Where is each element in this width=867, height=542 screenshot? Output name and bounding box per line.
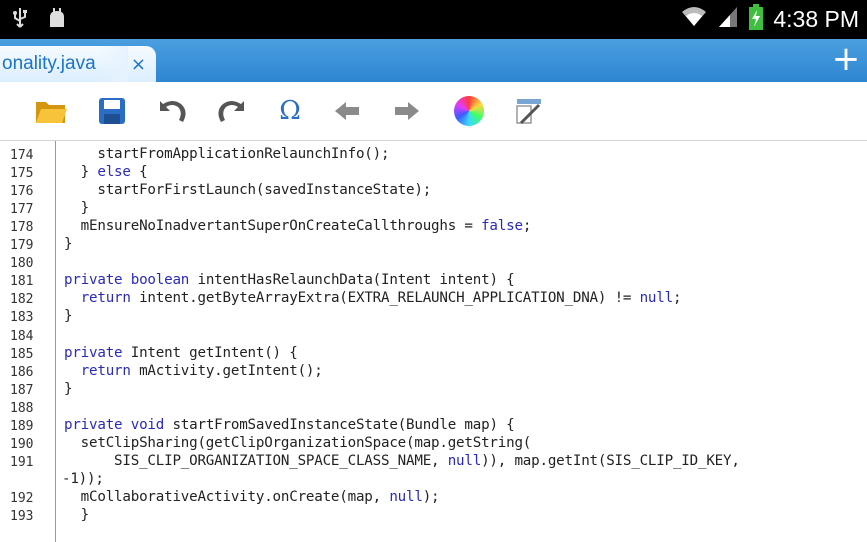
line-number: 177: [10, 202, 34, 218]
code-line: }: [64, 200, 90, 217]
toolbar: Ω: [0, 82, 867, 141]
status-bar: 4:38 PM: [0, 0, 867, 39]
line-number: 179: [10, 238, 34, 254]
line-number: 185: [10, 346, 34, 362]
close-icon[interactable]: ×: [131, 54, 146, 75]
signal-icon: [717, 5, 739, 33]
code-line: }: [64, 380, 73, 397]
code-line: startFromApplicationRelaunchInfo();: [64, 146, 390, 162]
code-line: private void startFromSavedInstanceState…: [64, 416, 515, 433]
tab-fade: [98, 46, 128, 82]
tab-file[interactable]: onality.java ×: [0, 46, 156, 82]
code-line: }: [64, 507, 90, 523]
tab-bar: onality.java × +: [0, 39, 867, 82]
back-arrow-icon[interactable]: [330, 94, 364, 128]
android-icon: [46, 7, 68, 33]
code-line: } else {: [64, 164, 148, 181]
code-line: }: [64, 236, 73, 253]
code-editor[interactable]: 174 175 176 177 178 179 180 181 182 183 184 185 186 1…: [0, 141, 867, 542]
code-line: private boolean intentHasRelaunchData(In…: [64, 272, 515, 289]
code-line: startForFirstLaunch(savedInstanceState);: [64, 182, 432, 199]
line-number: 191: [10, 454, 34, 470]
line-number: 180: [10, 256, 34, 272]
line-number: 183: [10, 310, 34, 326]
line-number: 189: [10, 418, 34, 434]
line-number: 187: [10, 382, 34, 398]
line-number: 178: [10, 220, 34, 236]
add-tab-button[interactable]: +: [831, 39, 861, 82]
code-line: return intent.getByteArrayExtra(EXTRA_RE…: [80, 290, 682, 307]
code-line: private Intent getIntent() {: [64, 344, 298, 361]
settings-icon[interactable]: [512, 94, 546, 128]
line-number: 184: [10, 328, 34, 344]
code-line: -1));: [62, 470, 104, 487]
code-line: mEnsureNoInadvertantSuperOnCreateCallthr…: [64, 218, 532, 235]
color-picker-icon[interactable]: [452, 94, 486, 128]
wifi-icon: [681, 4, 707, 34]
usb-icon: [12, 7, 28, 33]
save-icon[interactable]: [95, 94, 129, 128]
battery-charging-icon: [749, 4, 764, 34]
code-line: setClipSharing(getClipOrganizationSpace(…: [64, 434, 532, 451]
clock-time: 4:38 PM: [773, 5, 859, 32]
line-number: 188: [10, 400, 34, 416]
line-number: 190: [10, 436, 34, 452]
line-number: 186: [10, 364, 34, 380]
line-number: 175: [10, 166, 34, 182]
undo-icon[interactable]: [155, 94, 189, 128]
redo-icon[interactable]: [215, 94, 249, 128]
code-line: mCollaborativeActivity.onCreate(map, nul…: [64, 488, 440, 505]
code-line: return mActivity.getIntent();: [80, 362, 323, 379]
line-number: 181: [10, 274, 34, 290]
line-number-gutter: 174 175 176 177 178 179 180 181 182 183 184 185 186 1…: [0, 141, 56, 542]
line-number: 182: [10, 292, 34, 308]
line-number: 176: [10, 184, 34, 200]
line-number: 193: [10, 509, 34, 524]
special-chars-icon[interactable]: Ω: [273, 94, 307, 128]
open-folder-icon[interactable]: [34, 94, 68, 128]
line-number: 192: [10, 490, 34, 506]
line-number: 174: [10, 148, 34, 163]
code-line: }: [64, 308, 73, 325]
tab-label: onality.java: [2, 53, 96, 74]
forward-arrow-icon[interactable]: [390, 94, 424, 128]
color-wheel: [454, 96, 484, 126]
code-line: SIS_CLIP_ORGANIZATION_SPACE_CLASS_NAME, …: [64, 452, 740, 469]
